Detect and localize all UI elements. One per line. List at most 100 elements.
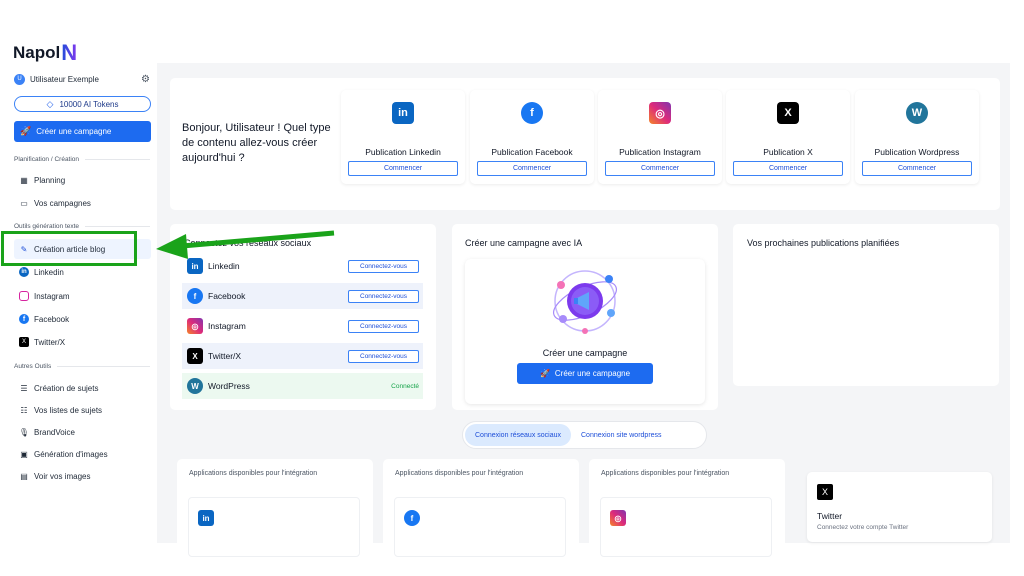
tab-wordpress[interactable]: Connexion site wordpress — [571, 424, 672, 446]
connect-button[interactable]: Connectez-vous — [348, 259, 419, 273]
section-other-tools: Autres Outils — [14, 363, 150, 370]
ai-campaign-card: Créer une campagne 🚀 Créer une campagne — [465, 259, 705, 404]
sidebar-item-label: Twitter/X — [34, 337, 66, 347]
create-campaign-button[interactable]: 🚀 Créer une campagne — [14, 121, 151, 142]
publication-card-x[interactable]: X Publication X Commencer — [726, 90, 850, 184]
sidebar-item-label: Instagram — [34, 291, 70, 301]
section-planning: Planification / Création — [14, 156, 150, 163]
network-name: Instagram — [208, 321, 246, 331]
sidebar-item-images[interactable]: ▤ Voir vos images — [19, 469, 90, 483]
folder-icon: ▭ — [20, 198, 28, 208]
twitter-subtitle: Connectez votre compte Twitter — [817, 524, 909, 531]
sidebar-item-twitter[interactable]: X Twitter/X — [19, 335, 65, 349]
instagram-icon: ◎ — [649, 102, 671, 124]
create-campaign-label: Créer une campagne — [36, 127, 112, 136]
connect-button[interactable]: Connectez-vous — [348, 319, 419, 333]
sidebar: Napol N U Utilisateur Exemple ⚙ ◇ 10000 … — [0, 0, 160, 576]
start-button[interactable]: Commencer — [348, 161, 458, 176]
start-button[interactable]: Commencer — [862, 161, 972, 176]
user-profile[interactable]: U Utilisateur Exemple ⚙ — [14, 72, 150, 86]
app-heading: Applications disponibles pour l'intégrat… — [395, 470, 524, 477]
app-heading: Applications disponibles pour l'intégrat… — [189, 470, 318, 477]
image-icon: ▤ — [20, 471, 28, 481]
connect-button[interactable]: Connectez-vous — [348, 349, 419, 363]
linkedin-icon: in — [392, 102, 414, 124]
linkedin-icon: in — [198, 510, 214, 526]
sidebar-item-label: BrandVoice — [34, 427, 75, 437]
tokens-label: 10000 AI Tokens — [59, 99, 119, 109]
facebook-icon: f — [404, 510, 420, 526]
start-button[interactable]: Commencer — [733, 161, 843, 176]
diamond-icon: ◇ — [46, 98, 54, 109]
network-name: Twitter/X — [208, 351, 242, 361]
app-logo[interactable]: Napol N — [13, 40, 77, 66]
list-icon: ☰ — [20, 383, 28, 393]
sidebar-item-label: Génération d'images — [34, 449, 108, 459]
connect-button[interactable]: Connectez-vous — [348, 289, 419, 303]
sidebar-item-label: Voir vos images — [34, 471, 91, 481]
publication-label: Publication Linkedin — [365, 147, 441, 157]
x-icon: X — [19, 337, 29, 347]
network-name: WordPress — [208, 381, 250, 391]
connected-status: Connecté — [391, 382, 419, 390]
wordpress-icon: W — [187, 378, 203, 394]
sidebar-item-facebook[interactable]: f Facebook — [19, 312, 69, 326]
megaphone-illustration — [553, 270, 617, 334]
network-row-linkedin: in Linkedin Connectez-vous — [182, 253, 423, 279]
sidebar-item-subjects[interactable]: ☰ Création de sujets — [19, 381, 98, 395]
sidebar-item-linkedin[interactable]: in Linkedin — [19, 265, 64, 279]
calendar-icon: ▦ — [20, 175, 28, 185]
gear-icon[interactable]: ⚙ — [141, 74, 150, 85]
instagram-icon — [19, 291, 29, 301]
sidebar-item-label: Vos campagnes — [34, 198, 91, 208]
sidebar-item-planning[interactable]: ▦ Planning — [19, 173, 65, 187]
tab-social-networks[interactable]: Connexion réseaux sociaux — [465, 424, 571, 446]
logo-text: Napol — [13, 43, 61, 62]
sidebar-item-label: Facebook — [34, 314, 70, 324]
network-row-instagram: ◎ Instagram Connectez-vous — [182, 313, 423, 339]
upcoming-publications-title: Vos prochaines publications planifiées — [747, 238, 900, 248]
user-name: Utilisateur Exemple — [30, 74, 99, 84]
upcoming-publications-panel — [733, 224, 999, 386]
app-tile[interactable]: ◎ — [600, 497, 772, 557]
x-icon: X — [777, 102, 799, 124]
instagram-icon: ◎ — [187, 318, 203, 334]
facebook-icon: f — [19, 314, 29, 324]
publication-card-wordpress[interactable]: W Publication Wordpress Commencer — [855, 90, 979, 184]
ai-campaign-title: Créer une campagne avec IA — [465, 238, 583, 248]
ai-create-campaign-label: Créer une campagne — [554, 369, 631, 378]
sidebar-item-subject-lists[interactable]: ☷ Vos listes de sujets — [19, 403, 102, 417]
publication-card-facebook[interactable]: f Publication Facebook Commencer — [470, 90, 594, 184]
ai-create-campaign-button[interactable]: 🚀 Créer une campagne — [517, 363, 653, 384]
start-button[interactable]: Commencer — [477, 161, 587, 176]
facebook-icon: f — [521, 102, 543, 124]
tokens-badge[interactable]: ◇ 10000 AI Tokens — [14, 96, 151, 112]
sidebar-item-label: Linkedin — [34, 267, 64, 277]
connection-tabs: Connexion réseaux sociaux Connexion site… — [462, 421, 707, 449]
app-card-twitter[interactable]: X Twitter Connectez votre compte Twitter — [807, 472, 992, 542]
image-edit-icon: ▣ — [20, 449, 28, 459]
linkedin-icon: in — [19, 267, 29, 277]
sidebar-item-label: Vos listes de sujets — [34, 405, 103, 415]
publication-label: Publication Facebook — [491, 147, 573, 157]
sidebar-item-label: Planning — [34, 175, 66, 185]
facebook-icon: f — [187, 288, 203, 304]
publication-card-linkedin[interactable]: in Publication Linkedin Commencer — [341, 90, 465, 184]
app-tile[interactable]: f — [394, 497, 566, 557]
start-button[interactable]: Commencer — [605, 161, 715, 176]
x-icon: X — [817, 484, 833, 500]
app-tile[interactable]: in — [188, 497, 360, 557]
sidebar-item-instagram[interactable]: Instagram — [19, 289, 70, 303]
x-icon: X — [187, 348, 203, 364]
sidebar-item-brandvoice[interactable]: 🎙 BrandVoice — [19, 425, 75, 439]
sidebar-item-campaigns[interactable]: ▭ Vos campagnes — [19, 196, 91, 210]
wordpress-icon: W — [906, 102, 928, 124]
network-row-facebook: f Facebook Connectez-vous — [182, 283, 423, 309]
instagram-icon: ◎ — [610, 510, 626, 526]
sidebar-item-image-generation[interactable]: ▣ Génération d'images — [19, 447, 108, 461]
app-card-facebook: Applications disponibles pour l'intégrat… — [383, 459, 579, 557]
publication-label: Publication Instagram — [619, 147, 701, 157]
publication-card-instagram[interactable]: ◎ Publication Instagram Commencer — [598, 90, 722, 184]
rocket-icon: 🚀 — [539, 369, 550, 378]
ai-card-title: Créer une campagne — [542, 348, 628, 358]
